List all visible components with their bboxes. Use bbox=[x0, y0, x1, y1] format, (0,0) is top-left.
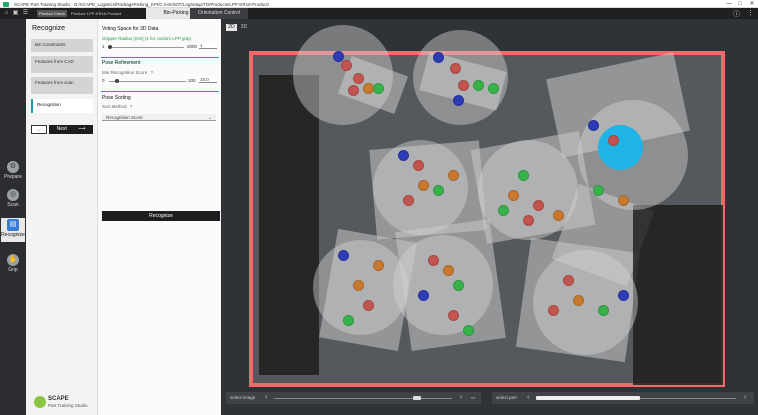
window-title: SCAPE Part Training Studio - D:/SCAPE_Lo… bbox=[14, 1, 269, 7]
select-image-label: select image bbox=[230, 395, 256, 400]
prepare-icon: ⚙ bbox=[7, 161, 19, 173]
select-part-label: select part bbox=[496, 395, 517, 400]
scan-image[interactable] bbox=[249, 25, 725, 387]
scape-logo-icon bbox=[34, 396, 46, 408]
more-options-icon[interactable]: ⋮ bbox=[747, 9, 754, 17]
sort-method-label: Sort Method ? bbox=[102, 104, 132, 109]
rail-item-prepare[interactable]: ⚙ Prepare bbox=[0, 161, 26, 180]
gripper-min: 1 bbox=[102, 44, 105, 49]
workflow-rail: ⚙ Prepare ◎ Scan ▤ Recognize ✋ Grip bbox=[0, 19, 26, 415]
rail-label: Prepare bbox=[4, 174, 22, 180]
select-image-bar: select image ‹ › ▭ bbox=[226, 392, 481, 404]
help-icon[interactable]: ? bbox=[130, 104, 133, 109]
app-logo-icon bbox=[3, 1, 9, 7]
image-slider[interactable] bbox=[274, 398, 452, 399]
chevron-right-icon[interactable]: › bbox=[744, 392, 746, 404]
top-toolbar: ⌂ ▣ ☰ Product Check Product: LPP-KR16-Pr… bbox=[0, 8, 758, 19]
image-viewer: 2D 3D select image ‹ › ▭ select part ‹ › bbox=[222, 19, 758, 415]
section-divider bbox=[101, 91, 219, 92]
brand-tagline: Part Training Studio bbox=[48, 403, 88, 408]
tab-3d[interactable]: 3D bbox=[239, 24, 249, 31]
gripper-slider-knob[interactable] bbox=[108, 45, 112, 49]
home-icon[interactable]: ⌂ bbox=[3, 10, 10, 17]
chevron-down-icon: ⌄ bbox=[208, 115, 212, 120]
score-slider-knob[interactable] bbox=[114, 79, 119, 83]
tab-orientation-control[interactable]: Orientation Control bbox=[190, 8, 248, 19]
step-recognition[interactable]: Recognition bbox=[31, 99, 93, 113]
brand-name: SCAPE bbox=[48, 396, 69, 402]
image-slider-thumb[interactable] bbox=[413, 396, 422, 400]
minimize-button[interactable]: — bbox=[724, 0, 734, 8]
info-icon[interactable]: ⓘ bbox=[733, 9, 740, 19]
recognize-icon: ▤ bbox=[7, 219, 19, 231]
sort-method-select[interactable]: Recognition Score ⌄ bbox=[102, 114, 216, 121]
parameters-panel: Voting Space for 3D Data Gripper Radius … bbox=[97, 19, 221, 415]
close-button[interactable]: ✕ bbox=[747, 0, 757, 8]
rail-item-recognize[interactable]: ▤ Recognize bbox=[1, 218, 25, 242]
maximize-button[interactable]: □ bbox=[735, 0, 745, 8]
pose-section-title: Pose Refinement bbox=[102, 60, 141, 66]
save-icon[interactable]: ▣ bbox=[12, 10, 19, 17]
brand-logo: SCAPE Part Training Studio bbox=[34, 394, 104, 414]
sorting-section-title: Pose Sorting bbox=[102, 95, 131, 101]
recognize-button[interactable]: Recognize bbox=[102, 211, 220, 221]
min-score-input[interactable]: 10.0 bbox=[199, 77, 217, 83]
part-slider-thumb[interactable] bbox=[536, 396, 640, 400]
score-slider[interactable] bbox=[109, 81, 186, 82]
gripper-radius-label: Gripper Radius [mm] (1 for custom LPP gr… bbox=[102, 36, 191, 41]
chevron-right-icon[interactable]: › bbox=[460, 392, 462, 404]
rail-label: Recognize bbox=[1, 232, 25, 238]
sort-method-value: Recognition Score bbox=[106, 115, 143, 120]
tab-2d[interactable]: 2D bbox=[226, 24, 237, 31]
gripper-slider[interactable] bbox=[110, 47, 184, 48]
rail-item-scan[interactable]: ◎ Scan bbox=[0, 189, 26, 208]
product-name: Product: LPP-KR16-Product bbox=[71, 11, 122, 16]
page-title: Recognize bbox=[32, 25, 66, 32]
product-check-button[interactable]: Product Check bbox=[37, 10, 68, 17]
step-bin-constraints[interactable]: Bin Constraints bbox=[31, 39, 93, 52]
score-min: 0 bbox=[102, 78, 105, 83]
back-button[interactable]: ← bbox=[31, 125, 47, 134]
score-max: 100 bbox=[188, 78, 196, 83]
grip-icon: ✋ bbox=[7, 254, 19, 266]
folder-icon[interactable]: ▭ bbox=[471, 392, 475, 404]
scan-icon: ◎ bbox=[7, 189, 19, 201]
step-features-from-cad[interactable]: Features from CAD bbox=[31, 56, 93, 73]
rail-label: Grip bbox=[8, 267, 18, 273]
min-score-text: Min Recognition Score bbox=[102, 70, 148, 75]
steps-panel: Recognize Bin Constraints Features from … bbox=[26, 19, 97, 415]
help-icon[interactable]: ? bbox=[151, 70, 154, 75]
arrow-right-icon: ⟶ bbox=[78, 126, 86, 132]
section-divider bbox=[101, 57, 219, 58]
step-features-from-scan[interactable]: Features from scan bbox=[31, 77, 93, 94]
select-part-bar: select part ‹ › bbox=[492, 392, 754, 404]
gripper-max: 2000 bbox=[187, 44, 198, 49]
chevron-left-icon[interactable]: ‹ bbox=[527, 392, 529, 404]
voting-section-title: Voting Space for 3D Data bbox=[102, 26, 159, 32]
chevron-left-icon[interactable]: ‹ bbox=[265, 392, 267, 404]
sort-method-text: Sort Method bbox=[102, 104, 127, 109]
rail-item-grip[interactable]: ✋ Grip bbox=[0, 254, 26, 273]
window-title-bar: SCAPE Part Training Studio - D:/SCAPE_Lo… bbox=[0, 0, 758, 8]
gripper-radius-input[interactable]: 1 bbox=[199, 43, 217, 49]
next-button[interactable]: Next ⟶ bbox=[49, 125, 93, 134]
next-label: Next bbox=[56, 126, 67, 132]
menu-icon[interactable]: ☰ bbox=[22, 10, 29, 17]
rail-label: Scan bbox=[7, 202, 19, 208]
min-score-label: Min Recognition Score ? bbox=[102, 70, 153, 75]
